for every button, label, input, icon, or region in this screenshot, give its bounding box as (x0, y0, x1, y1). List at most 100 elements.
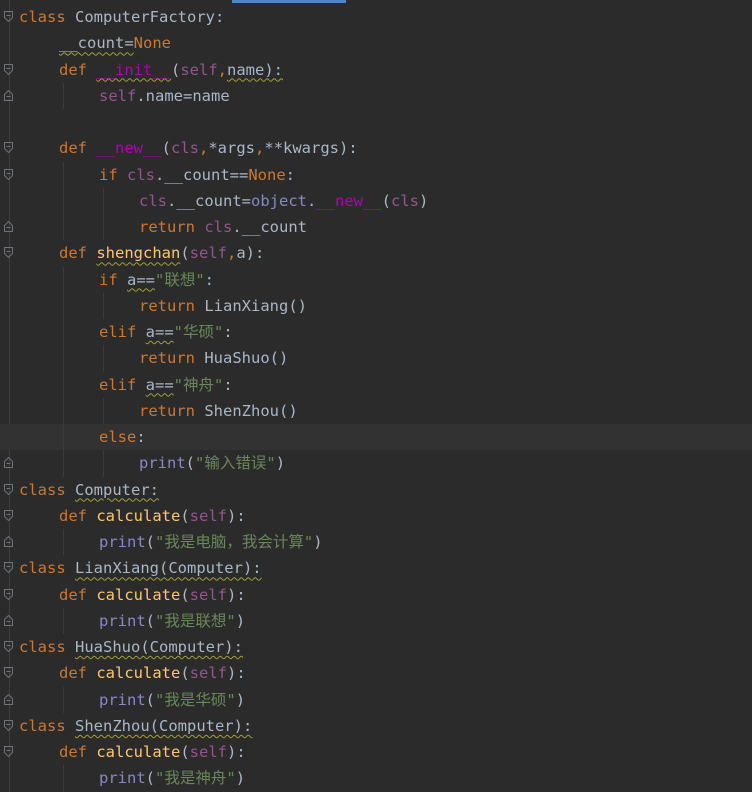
fold-close-icon[interactable] (4, 693, 13, 705)
code-line[interactable]: print("我是联想") (0, 607, 752, 634)
code-token: if (99, 165, 127, 184)
code-line[interactable]: print("我是神舟") (0, 765, 752, 792)
code-token: .__count (232, 218, 307, 236)
indent-guide (103, 292, 104, 319)
code-line[interactable]: def __new__(cls,*args,**kwargs): (0, 135, 752, 161)
code-token: calculate (96, 506, 181, 525)
fold-open-icon[interactable] (4, 641, 13, 652)
fold-open-icon[interactable] (4, 746, 13, 757)
code-token: if (99, 270, 127, 289)
indent-guide (63, 82, 64, 109)
code-token: self (189, 743, 227, 761)
code-line[interactable]: elif a=="神舟": (0, 371, 752, 398)
code-token: name): (227, 60, 283, 79)
code-token: "神舟" (173, 375, 224, 394)
code-line[interactable]: return LianXiang() (0, 292, 752, 319)
code-text: return LianXiang() (139, 293, 307, 319)
fold-open-icon[interactable] (4, 168, 13, 180)
code-token: ) (235, 690, 246, 709)
code-token: __count= (59, 34, 134, 53)
fold-open-icon[interactable] (4, 667, 13, 679)
code-editor[interactable]: class ComputerFactory: __count=None def __… (0, 0, 752, 792)
indent-guide (103, 214, 104, 241)
fold-open-icon[interactable] (4, 11, 13, 22)
code-line[interactable]: class ComputerFactory: (0, 4, 752, 30)
fold-open-icon[interactable] (4, 63, 13, 75)
code-text: class ComputerFactory: (19, 4, 224, 30)
code-token: ) (235, 611, 246, 630)
code-text: print("输入错误") (139, 450, 285, 476)
fold-open-icon[interactable] (4, 562, 13, 574)
code-text: def calculate(self): (59, 582, 246, 608)
code-token: "输入错误" (195, 454, 276, 473)
code-token: calculate (96, 585, 181, 604)
code-text: self.name=name (99, 83, 230, 109)
code-line[interactable]: print("我是华硕") (0, 686, 752, 713)
fold-close-icon[interactable] (4, 89, 13, 101)
code-token: class (19, 638, 75, 656)
code-token: self (189, 506, 227, 525)
code-text: class ShenZhou(Computer): (19, 713, 252, 739)
code-token: def (59, 585, 97, 604)
code-token: HuaShuo() (204, 349, 289, 368)
fold-close-icon[interactable] (4, 614, 13, 626)
code-line[interactable]: else: (0, 424, 752, 451)
fold-close-icon[interactable] (4, 457, 13, 469)
code-line[interactable]: def calculate(self): (0, 503, 752, 529)
code-token: self (180, 60, 218, 79)
code-line[interactable]: if a=="联想": (0, 266, 752, 293)
code-line[interactable] (0, 109, 752, 135)
code-text: elif a=="神舟": (99, 372, 233, 398)
fold-open-icon[interactable] (4, 483, 13, 495)
code-line[interactable]: class HuaShuo(Computer): (0, 634, 752, 660)
fold-close-icon[interactable] (4, 536, 13, 547)
code-token: ( (185, 454, 196, 473)
code-token: "我是神舟" (155, 769, 236, 788)
indent-guide (103, 345, 104, 372)
fold-open-icon[interactable] (4, 142, 13, 154)
code-line[interactable]: return HuaShuo() (0, 345, 752, 372)
code-token: ComputerFactory: (75, 8, 225, 26)
code-token: cls (171, 139, 199, 158)
code-token: a== (145, 323, 174, 341)
fold-open-icon[interactable] (4, 588, 13, 600)
indent-guide (63, 345, 64, 372)
fold-open-icon[interactable] (4, 509, 13, 521)
code-token: a): (236, 244, 265, 263)
code-line[interactable]: def calculate(self): (0, 660, 752, 686)
code-line[interactable]: def calculate(self): (0, 582, 752, 608)
code-token: . (307, 191, 317, 210)
code-line[interactable]: self.name=name (0, 82, 752, 109)
code-line[interactable]: return ShenZhou() (0, 397, 752, 424)
code-text: print("我是神舟") (99, 765, 245, 791)
code-line[interactable]: def __init__(self,name): (0, 57, 752, 83)
fold-open-icon[interactable] (4, 247, 13, 259)
code-text: else: (99, 424, 146, 450)
code-text: class HuaShuo(Computer): (19, 634, 243, 660)
code-token: print (99, 690, 146, 709)
code-line[interactable]: __count=None (0, 30, 752, 56)
code-token: __new__ (96, 139, 162, 158)
code-line[interactable]: print("输入错误") (0, 450, 752, 477)
code-line[interactable]: class ShenZhou(Computer): (0, 713, 752, 739)
code-line[interactable]: class Computer: (0, 477, 752, 503)
code-line[interactable]: return cls.__count (0, 214, 752, 241)
code-token: *args (208, 139, 256, 158)
code-lines[interactable]: class ComputerFactory: __count=None def __… (0, 4, 752, 792)
code-line[interactable]: print("我是电脑，我会计算") (0, 529, 752, 556)
code-token: ( (381, 191, 392, 210)
code-line[interactable]: def shengchan(self,a): (0, 240, 752, 266)
code-line[interactable]: cls.__count=object.__new__(cls) (0, 187, 752, 214)
code-line[interactable]: class LianXiang(Computer): (0, 555, 752, 581)
fold-open-icon[interactable] (4, 719, 13, 731)
code-token: return (139, 296, 205, 315)
code-token: __init__ (96, 60, 171, 79)
code-text: def calculate(self): (59, 739, 246, 765)
code-token: cls (139, 191, 167, 210)
code-line[interactable]: if cls.__count==None: (0, 161, 752, 188)
code-line[interactable]: elif a=="华硕": (0, 319, 752, 346)
fold-close-icon[interactable] (4, 221, 13, 232)
code-token: : (223, 375, 233, 394)
indent-guide (63, 371, 64, 398)
code-line[interactable]: def calculate(self): (0, 739, 752, 765)
